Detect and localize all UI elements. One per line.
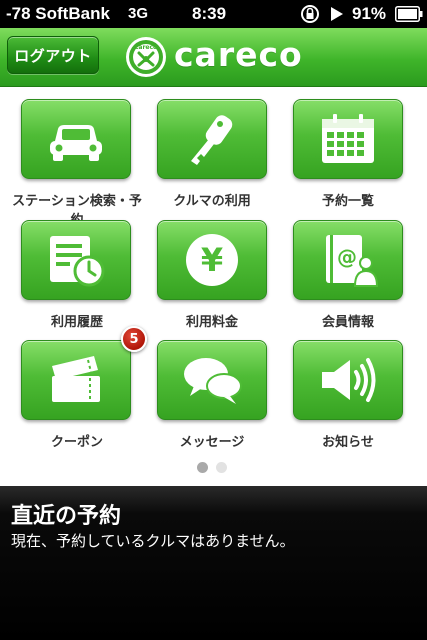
- menu-label-notices: お知らせ: [322, 435, 374, 450]
- rotation-lock-icon: [301, 5, 319, 23]
- carrier-label: -78 SoftBank: [6, 4, 110, 23]
- menu-tile-notices[interactable]: [293, 340, 403, 420]
- menu-label-reservation-list: 予約一覧: [321, 194, 374, 209]
- calendar-icon: [322, 114, 374, 163]
- coupon-count-badge: 5: [121, 326, 147, 352]
- recent-reservation-message: 現在、予約しているクルマはありません。: [11, 532, 295, 550]
- page-dot-2[interactable]: [216, 462, 227, 473]
- menu-tile-car-usage[interactable]: [157, 99, 267, 179]
- menu-tile-messages[interactable]: [157, 340, 267, 420]
- svg-text:¥: ¥: [201, 241, 223, 279]
- history-icon: [50, 236, 105, 287]
- clock: 8:39: [192, 4, 227, 23]
- member-icon: @: [326, 235, 379, 287]
- menu-tile-member-info[interactable]: @: [293, 220, 403, 300]
- menu-tile-coupon[interactable]: [21, 340, 131, 420]
- key-icon: [191, 115, 233, 165]
- car-icon: [50, 125, 102, 161]
- battery-icon: [395, 6, 423, 22]
- menu-grid: ステーション検索・予約 クルマの利用 予約一覧 ¥ @ 利用履歴 利用料金 会員…: [0, 86, 427, 486]
- network-label: 3G: [128, 5, 149, 22]
- menu-tile-usage-fee[interactable]: ¥: [157, 220, 267, 300]
- logo-badge-text: careco: [135, 44, 157, 51]
- status-bar: -78 SoftBank 3G 8:39 91%: [0, 0, 427, 28]
- menu-tile-usage-history[interactable]: [21, 220, 131, 300]
- menu-label-messages: メッセージ: [179, 435, 245, 450]
- app-logo-text: careco: [174, 35, 303, 74]
- svg-text:@: @: [337, 245, 357, 269]
- app-header: ログアウト careco careco: [0, 28, 427, 87]
- menu-label-usage-fee: 利用料金: [185, 315, 238, 330]
- recent-reservation-panel: 直近の予約 現在、予約しているクルマはありません。: [0, 486, 427, 640]
- careco-logo-icon: careco: [126, 37, 166, 77]
- coupon-icon: [52, 356, 100, 402]
- menu-tile-reservation-list[interactable]: [293, 99, 403, 179]
- speaker-icon: [322, 358, 376, 402]
- play-icon: [331, 7, 343, 21]
- recent-reservation-title: 直近の予約: [11, 504, 122, 529]
- menu-label-usage-history: 利用履歴: [50, 315, 103, 330]
- menu-tile-station-search[interactable]: [21, 99, 131, 179]
- menu-label-car-usage: クルマの利用: [173, 194, 251, 209]
- message-icon: [184, 358, 242, 404]
- battery-percent: 91%: [352, 4, 387, 23]
- logout-button[interactable]: ログアウト: [7, 36, 99, 74]
- yen-icon: ¥: [186, 234, 238, 286]
- menu-label-coupon: クーポン: [50, 435, 103, 450]
- page-indicator[interactable]: [197, 462, 231, 474]
- menu-label-member-info: 会員情報: [321, 315, 374, 330]
- page-dot-1[interactable]: [197, 462, 208, 473]
